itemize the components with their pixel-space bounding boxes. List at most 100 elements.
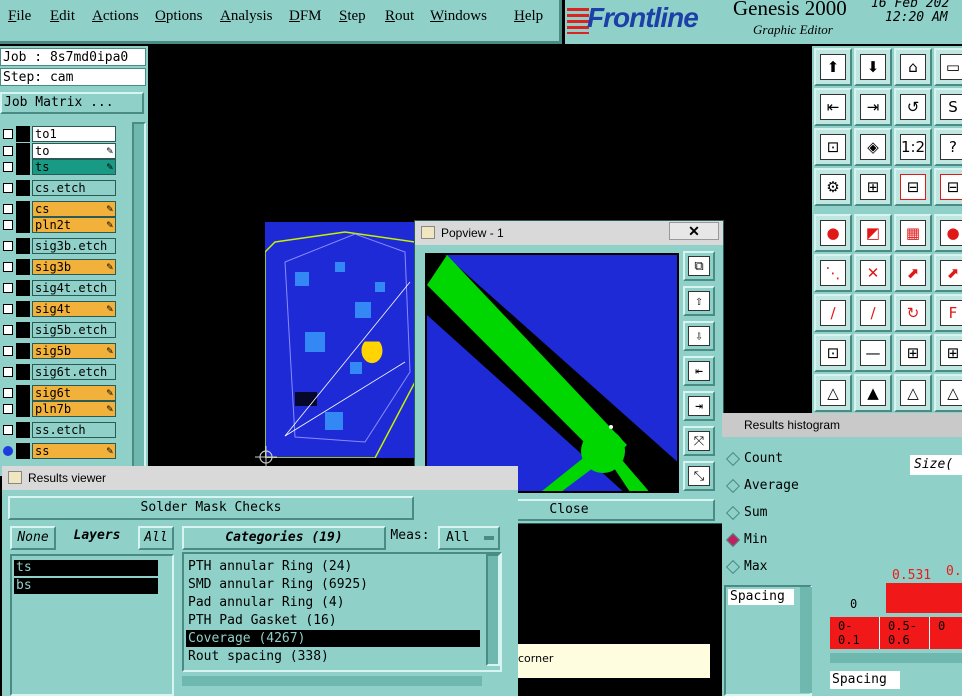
radio-diamond-icon[interactable] xyxy=(725,505,741,521)
layer-checkbox[interactable] xyxy=(3,241,13,251)
popview-canvas[interactable] xyxy=(425,253,679,493)
results-viewer-titlebar[interactable]: Results viewer xyxy=(2,466,518,490)
results-layer-item[interactable]: ts xyxy=(14,560,158,576)
connect-icon[interactable]: ⋱ xyxy=(814,254,852,292)
layer-name[interactable]: cs ✎ xyxy=(32,201,116,217)
layer-checkbox[interactable] xyxy=(3,129,13,139)
triangle-icon[interactable]: △ xyxy=(814,374,852,412)
none-button[interactable]: None xyxy=(10,526,56,550)
layer-checkbox[interactable] xyxy=(3,262,13,272)
layer-name[interactable]: ss.etch xyxy=(32,422,116,438)
layer-name[interactable]: pln2t ✎ xyxy=(32,217,116,233)
radio-diamond-icon[interactable] xyxy=(725,532,741,548)
layer-checkbox[interactable] xyxy=(3,146,13,156)
measure-icon[interactable]: ▦ xyxy=(894,214,932,252)
zoom-fit-icon[interactable]: ⊡ xyxy=(814,128,852,166)
menu-rout[interactable]: Rout xyxy=(385,8,414,25)
select-area-icon[interactable]: ◩ xyxy=(854,214,892,252)
menu-file[interactable]: File xyxy=(8,8,31,25)
arc-icon[interactable]: ↻ xyxy=(894,294,932,332)
menu-options[interactable]: Options xyxy=(155,8,203,25)
pan-right-icon[interactable]: ⇥ xyxy=(854,88,892,126)
zoom-center-icon[interactable]: ◈ xyxy=(854,128,892,166)
layer-name[interactable]: sig4t.etch xyxy=(32,280,116,296)
grid-icon[interactable]: ⊞ xyxy=(854,168,892,206)
menu-step[interactable]: Step xyxy=(339,8,366,25)
layer-row[interactable]: sig6t.etch xyxy=(0,364,130,380)
categories-label[interactable]: Categories (19) xyxy=(182,526,386,550)
layer-row[interactable]: pln2t ✎ xyxy=(0,217,130,233)
layer-name[interactable]: ts ✎ xyxy=(32,159,116,175)
histogram-bar[interactable] xyxy=(942,583,962,613)
meas-select[interactable]: All xyxy=(438,526,500,550)
group-2-icon[interactable]: ⊞ xyxy=(934,334,962,372)
layer-name[interactable]: sig5b.etch xyxy=(32,322,116,338)
histogram-bar[interactable] xyxy=(886,583,942,613)
layer-checkbox[interactable] xyxy=(3,425,13,435)
line-icon[interactable]: ∕ xyxy=(814,294,852,332)
layer-row[interactable]: sig4t ✎ xyxy=(0,301,130,317)
popview-copy-icon[interactable]: ⧉ xyxy=(683,251,715,281)
layer-name[interactable]: sig3b ✎ xyxy=(32,259,116,275)
layer-name[interactable]: cs.etch xyxy=(32,180,116,196)
layer-checkbox[interactable] xyxy=(3,404,13,414)
pad-icon[interactable]: ● xyxy=(814,214,852,252)
layer-row[interactable]: sig4t.etch xyxy=(0,280,130,296)
layer-select-2-icon[interactable]: ⊟ xyxy=(934,168,962,206)
delete-icon[interactable]: ✕ xyxy=(854,254,892,292)
histogram-list-item[interactable]: Spacing xyxy=(728,589,794,605)
layer-name[interactable]: sig5b ✎ xyxy=(32,343,116,359)
layer-checkbox[interactable] xyxy=(3,304,13,314)
layer-row[interactable]: ts ✎ xyxy=(0,159,130,175)
help-icon[interactable]: ? xyxy=(934,128,962,166)
layer-checkbox[interactable] xyxy=(3,183,13,193)
menu-windows[interactable]: Windows xyxy=(430,8,487,25)
category-list-hscroll[interactable] xyxy=(182,676,482,686)
layer-row[interactable]: ss ✎ xyxy=(0,443,130,459)
layer-name[interactable]: to1 xyxy=(32,126,116,142)
popview-left-icon[interactable]: ⇤ xyxy=(683,356,715,386)
all-button[interactable]: All xyxy=(138,526,174,550)
move-up-icon[interactable]: ⬆ xyxy=(814,48,852,86)
category-item[interactable]: PTH annular Ring (24) xyxy=(186,558,480,575)
layer-row[interactable]: to1 xyxy=(0,126,130,142)
menu-edit[interactable]: Edit xyxy=(50,8,75,25)
category-list-scrollbar[interactable] xyxy=(486,554,500,666)
segment-icon[interactable]: — xyxy=(854,334,892,372)
category-item[interactable]: Rout spacing (338) xyxy=(186,648,480,665)
group-icon[interactable]: ⊞ xyxy=(894,334,932,372)
triangle-fill-icon[interactable]: ▲ xyxy=(854,374,892,412)
category-item[interactable]: Coverage (4267) xyxy=(186,630,480,647)
menu-actions[interactable]: Actions xyxy=(92,8,139,25)
menu-analysis[interactable]: Analysis xyxy=(220,8,273,25)
move-point-2-icon[interactable]: ⬈ xyxy=(934,254,962,292)
layer-row[interactable]: sig5b ✎ xyxy=(0,343,130,359)
layer-checkbox[interactable] xyxy=(3,220,13,230)
layer-row[interactable]: sig6t ✎ xyxy=(0,385,130,401)
layer-name[interactable]: sig3b.etch xyxy=(32,238,116,254)
radio-diamond-icon[interactable] xyxy=(725,559,741,575)
popview-down-icon[interactable]: ⇩ xyxy=(683,321,715,351)
histogram-measure-list[interactable]: Spacing xyxy=(724,585,812,696)
scale-icon[interactable]: 1:2 xyxy=(894,128,932,166)
layer-name[interactable]: sig6t ✎ xyxy=(32,385,116,401)
undo-icon[interactable]: ↺ xyxy=(894,88,932,126)
board-view[interactable] xyxy=(264,222,420,459)
radio-diamond-icon[interactable] xyxy=(725,478,741,494)
layer-name[interactable]: to ✎ xyxy=(32,143,116,159)
layer-row[interactable]: cs.etch xyxy=(0,180,130,196)
layer-name[interactable]: sig4t ✎ xyxy=(32,301,116,317)
popview-titlebar[interactable]: Popview - 1 ✕ xyxy=(415,221,723,245)
check-name-button[interactable]: Solder Mask Checks xyxy=(8,496,414,520)
layer-list-scrollbar[interactable] xyxy=(132,122,146,477)
histogram-titlebar[interactable]: Results histogram xyxy=(722,413,962,437)
popview-zoom-icon[interactable]: ⤧ xyxy=(683,426,715,456)
layer-checkbox[interactable] xyxy=(3,346,13,356)
layer-checkbox[interactable] xyxy=(3,388,13,398)
radio-diamond-icon[interactable] xyxy=(725,451,741,467)
popview-fit-icon[interactable]: ⤡ xyxy=(683,461,715,491)
category-item[interactable]: PTH Pad Gasket (16) xyxy=(186,612,480,629)
job-matrix-button[interactable]: Job Matrix ... xyxy=(0,92,144,114)
layer-select-icon[interactable]: ⊟ xyxy=(894,168,932,206)
popview-up-icon[interactable]: ⇧ xyxy=(683,286,715,316)
